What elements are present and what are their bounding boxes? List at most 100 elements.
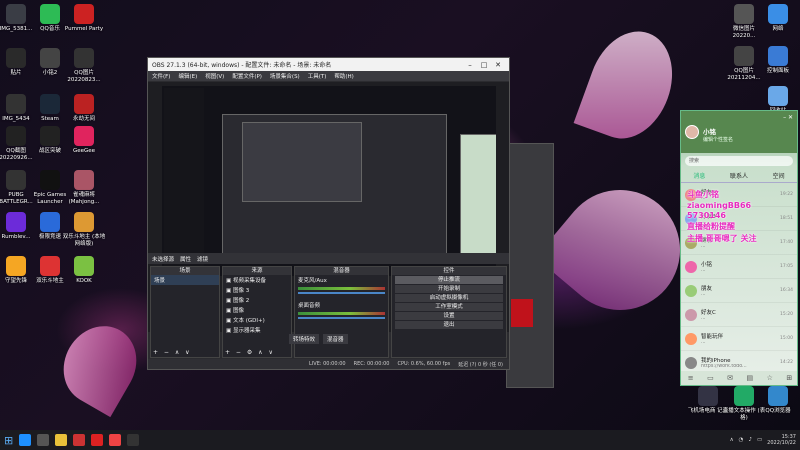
mic-volume-meter[interactable]	[298, 287, 385, 290]
tray-chevron-icon[interactable]: ∧	[730, 437, 734, 443]
filters-button[interactable]: 滤镜	[197, 255, 208, 263]
desktop-shortcut-icon[interactable]: 雀魂麻将 (Mahjong...	[62, 170, 106, 205]
desktop-shortcut-icon[interactable]: 网络	[756, 4, 800, 33]
app-icon	[6, 4, 26, 24]
menu-help[interactable]: 帮助(H)	[334, 72, 353, 80]
desktop-icon-label: Pummel Party	[64, 26, 104, 32]
app-grid-icon[interactable]: ⊞	[786, 374, 792, 382]
app-icon	[40, 212, 60, 232]
desktop-shortcut-icon[interactable]: QQ浏览器	[756, 386, 800, 415]
qq-signature[interactable]: 编辑个性签名	[703, 136, 733, 143]
control-button[interactable]: 启动虚拟摄像机	[395, 294, 503, 302]
source-item[interactable]: ▣ 图像 2	[223, 295, 291, 305]
mixer-dock: 混音器 麦克风/Aux 桌面音频	[294, 266, 389, 358]
obs-window[interactable]: OBS 27.1.3 (64-bit, windows) - 配置文件: 未命名…	[147, 57, 510, 370]
app-icon	[6, 256, 26, 276]
qq-search-input[interactable]: 搜索	[685, 156, 793, 166]
control-button[interactable]: 工作室模式	[395, 303, 503, 311]
source-item[interactable]: ▣ 文本 (GDI+)	[223, 315, 291, 325]
desktop-shortcut-icon[interactable]: KOOK	[62, 256, 106, 285]
desktop-shortcut-icon[interactable]: 双乐斗地主 (本地网络版)	[62, 212, 106, 247]
minimize-icon[interactable]: –	[463, 61, 477, 69]
stream-overlay-text: 斗鱼小铭 ziaomingBB66 5730146 直播给粉提醒 主播 哥哥嗯了…	[687, 189, 797, 245]
tab-transitions[interactable]: 转场特效	[289, 334, 320, 344]
clock[interactable]: 15:37 2022/10/22	[767, 434, 796, 446]
sources-toolbar[interactable]: + − ⚙ ∧ ∨	[225, 349, 275, 356]
app-icon	[40, 48, 60, 68]
scenes-toolbar[interactable]: + − ∧ ∨	[153, 349, 192, 356]
scene-item[interactable]: 场景	[151, 275, 219, 285]
chat-time: 17:05	[780, 264, 793, 269]
obs-title: OBS 27.1.3 (64-bit, windows) - 配置文件: 未命名…	[152, 62, 332, 69]
chat-preview: ...	[701, 268, 706, 273]
scenes-dock-title: 场景	[151, 267, 219, 275]
list-item[interactable]: 好友C... 15:20	[681, 303, 797, 327]
control-button[interactable]: 开始录制	[395, 285, 503, 293]
background-window[interactable]	[506, 143, 554, 388]
source-item[interactable]: ▣ 图像	[223, 305, 291, 315]
control-button[interactable]: 设置	[395, 312, 503, 320]
desktop-volume-meter[interactable]	[298, 312, 385, 315]
desktop-volume-slider[interactable]	[298, 317, 385, 319]
taskbar-app-icon[interactable]	[19, 434, 32, 446]
menu-edit[interactable]: 编辑(E)	[178, 72, 197, 80]
desktop-shortcut-icon[interactable]: GeeGee	[62, 126, 106, 155]
app-icon	[6, 212, 26, 232]
desktop-shortcut-icon[interactable]: 控制面板	[756, 46, 800, 75]
app-icon	[74, 4, 94, 24]
windows-start-icon[interactable]: ⊞	[4, 434, 13, 447]
file-icon[interactable]: ▤	[747, 374, 754, 382]
desktop-icon-label: GeeGee	[72, 148, 96, 154]
control-button[interactable]: 停止推流	[395, 276, 503, 284]
tab-messages[interactable]: 消息	[693, 171, 705, 180]
control-button[interactable]: 退出	[395, 321, 503, 329]
battery-icon[interactable]: ▭	[757, 437, 762, 443]
qq-window[interactable]: – ✕ 小铭 编辑个性签名 搜索 消息 联系人 空间 好友A... 19:22 好友…	[680, 110, 798, 386]
obs-titlebar[interactable]: OBS 27.1.3 (64-bit, windows) - 配置文件: 未命名…	[148, 58, 509, 71]
app-icon	[768, 386, 788, 406]
menu-scene-collection[interactable]: 场景集合(S)	[270, 72, 300, 80]
app-icon	[698, 386, 718, 406]
mail-icon[interactable]: ✉	[727, 374, 733, 382]
source-toolbar: 未选择源 属性 滤镜	[148, 253, 509, 264]
taskbar-app-icon[interactable]	[109, 434, 122, 446]
qq-window-controls[interactable]: – ✕	[783, 114, 793, 121]
tab-contacts[interactable]: 联系人	[730, 171, 748, 180]
app-icon	[74, 48, 94, 68]
source-item[interactable]: ▣ 视频采集设备	[223, 275, 291, 285]
list-item[interactable]: 朋友... 16:34	[681, 279, 797, 303]
menu-icon[interactable]: ≡	[688, 374, 694, 382]
avatar[interactable]	[685, 125, 699, 139]
video-icon[interactable]: ▭	[707, 374, 714, 382]
desktop-shortcut-icon[interactable]: QQ图片 20220823...	[62, 48, 106, 83]
volume-icon[interactable]: ♪	[748, 437, 752, 443]
overlay-line: 主播 哥哥嗯了 关注	[687, 234, 757, 243]
taskbar-app-icon[interactable]	[127, 434, 140, 446]
chat-time: 15:00	[780, 336, 793, 341]
network-icon[interactable]: ◔	[739, 437, 744, 443]
maximize-icon[interactable]: □	[477, 61, 491, 69]
taskbar-app-icon[interactable]	[37, 434, 50, 446]
taskbar-app-icon[interactable]	[55, 434, 68, 446]
menu-tools[interactable]: 工具(T)	[308, 72, 327, 80]
clock-date: 2022/10/22	[767, 440, 796, 446]
menu-profile[interactable]: 配置文件(P)	[232, 72, 262, 80]
desktop-shortcut-icon[interactable]: Pummel Party	[62, 4, 106, 33]
app-icon	[6, 48, 26, 68]
overlay-line: ziaomingBB66	[687, 201, 752, 210]
mic-volume-slider[interactable]	[298, 292, 385, 294]
desktop-shortcut-icon[interactable]: 永劫无间	[62, 94, 106, 123]
close-icon[interactable]: ✕	[491, 61, 505, 69]
source-item[interactable]: ▣ 显示器采集	[223, 325, 291, 335]
star-icon[interactable]: ☆	[767, 374, 773, 382]
menu-view[interactable]: 视图(V)	[205, 72, 224, 80]
taskbar-app-icon[interactable]	[91, 434, 104, 446]
properties-button[interactable]: 属性	[180, 255, 191, 263]
tab-mixer[interactable]: 混音器	[323, 334, 348, 344]
source-item[interactable]: ▣ 图像 3	[223, 285, 291, 295]
taskbar-app-icon[interactable]	[73, 434, 86, 446]
list-item[interactable]: 小铭... 17:05	[681, 255, 797, 279]
list-item[interactable]: 智能玩伴... 15:00	[681, 327, 797, 351]
menu-file[interactable]: 文件(F)	[152, 72, 170, 80]
tab-space[interactable]: 空间	[773, 171, 785, 180]
